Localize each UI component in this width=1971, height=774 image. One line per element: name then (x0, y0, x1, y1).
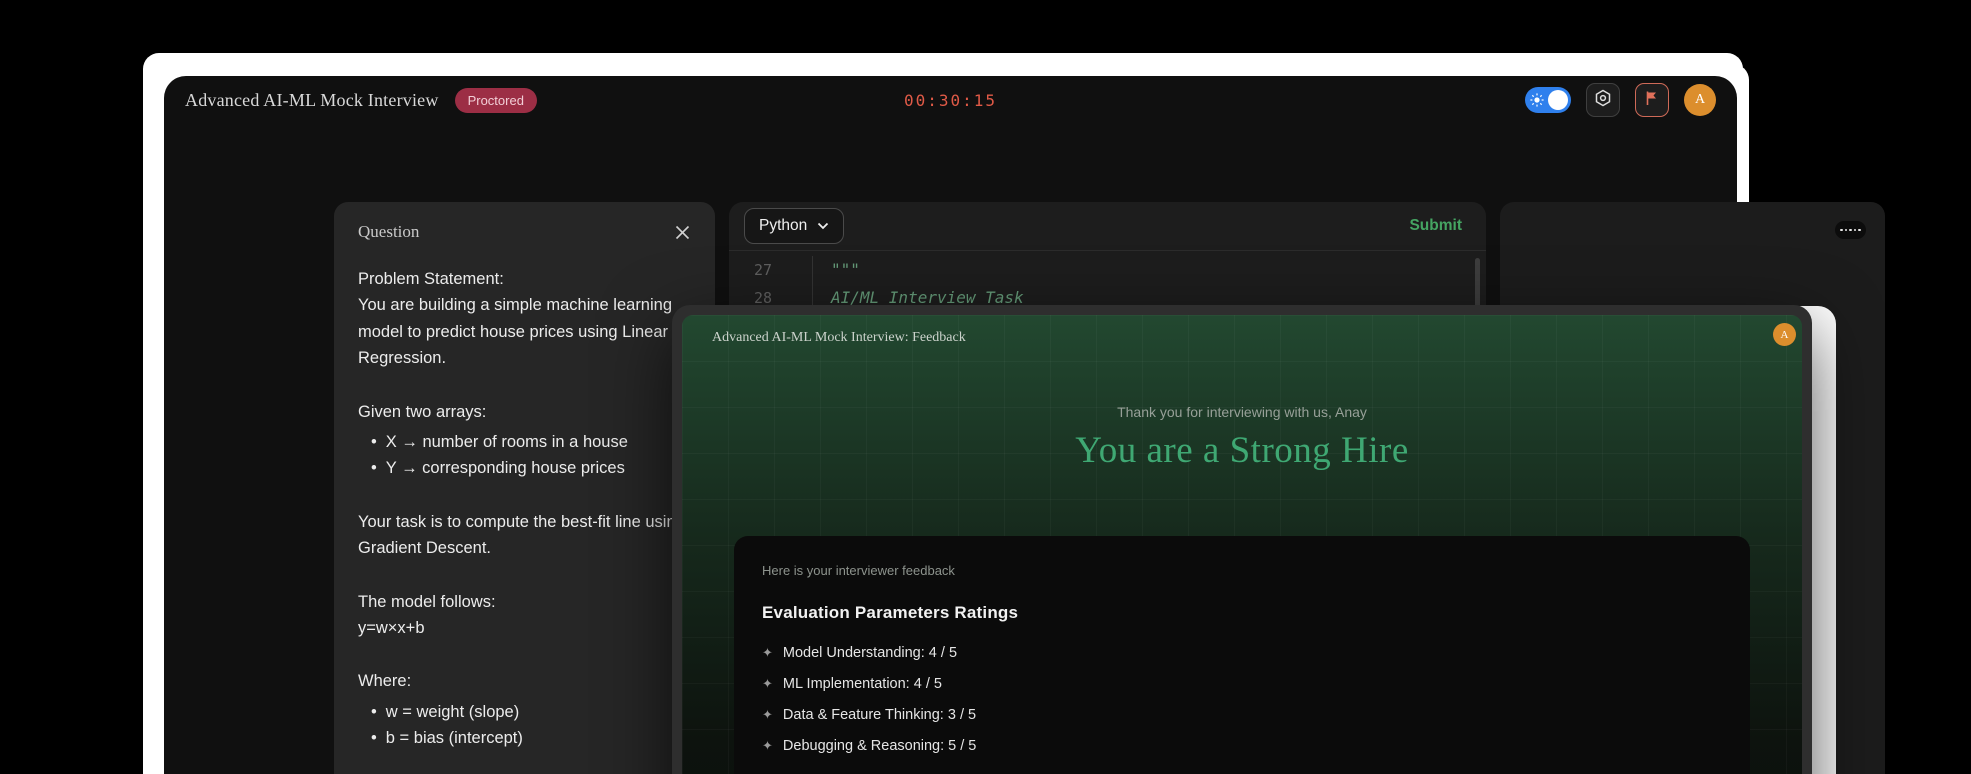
feedback-modal: Advanced AI-ML Mock Interview: Feedback … (672, 305, 1812, 774)
sun-icon (1530, 93, 1544, 107)
rating-item: ✦ Data & Feature Thinking: 3 / 5 (762, 707, 1722, 723)
rating-item: ✦ Debugging & Reasoning: 5 / 5 (762, 738, 1722, 754)
feedback-intro: Here is your interviewer feedback (762, 563, 1722, 578)
sparkle-icon: ✦ (762, 738, 773, 754)
question-bullet-item: • Y → corresponding house prices (358, 455, 691, 481)
rating-text: Data & Feature Thinking: 3 / 5 (783, 707, 976, 723)
question-line: Your task is to compute the best-fit lin… (358, 509, 691, 562)
question-panel: Question Problem Statement:You are build… (334, 202, 715, 774)
question-bullet-item: • b = bias (intercept) (358, 725, 691, 751)
editor-toolbar: Python Submit (729, 202, 1486, 251)
settings-button[interactable] (1586, 83, 1620, 117)
question-paragraph: Your task is to compute the best-fit lin… (358, 509, 691, 562)
code-line-text: """ (812, 256, 1486, 284)
dot-icon (1854, 229, 1857, 232)
question-paragraph: Given two arrays: (358, 399, 691, 425)
modal-user-avatar[interactable]: A (1773, 323, 1796, 346)
feedback-modal-body: Advanced AI-ML Mock Interview: Feedback … (682, 315, 1802, 774)
greeting-text: Thank you for interviewing with us, Anay (682, 404, 1802, 420)
app-title: Advanced AI-ML Mock Interview (185, 90, 439, 111)
toggle-knob (1548, 90, 1568, 110)
modal-window-title: Advanced AI-ML Mock Interview: Feedback (682, 315, 1802, 361)
sparkle-icon: ✦ (762, 645, 773, 661)
question-bullet-list: • w = weight (slope) • b = bias (intercept) (358, 699, 691, 752)
question-line: y=w×x+b (358, 615, 691, 641)
ratings-section-title: Evaluation Parameters Ratings (762, 603, 1722, 623)
close-icon[interactable] (673, 223, 691, 241)
question-bullet-list: • X → number of rooms in a house • Y → corr… (358, 429, 691, 482)
language-label: Python (759, 217, 807, 235)
dot-icon (1858, 229, 1861, 232)
question-bullet-item: • w = weight (slope) (358, 699, 691, 725)
chevron-down-icon (817, 217, 829, 235)
top-bar: Advanced AI-ML Mock Interview Proctored … (164, 76, 1737, 124)
flag-icon (1644, 90, 1660, 111)
verdict-headline: You are a Strong Hire (682, 429, 1802, 472)
question-line: You are building a simple machine learni… (358, 292, 691, 371)
bullet-dot-icon: • (371, 429, 377, 455)
top-bar-actions: A (1525, 83, 1716, 117)
proctored-badge: Proctored (455, 88, 537, 113)
question-header: Question (334, 202, 715, 248)
rating-item: ✦ ML Implementation: 4 / 5 (762, 676, 1722, 692)
sparkle-icon: ✦ (762, 676, 773, 692)
theme-toggle[interactable] (1525, 87, 1571, 113)
bullet-dot-icon: • (371, 699, 377, 725)
gear-icon (1594, 89, 1612, 112)
video-menu-button[interactable] (1835, 221, 1866, 239)
question-bullet-text: X → number of rooms in a house (386, 429, 628, 455)
question-line: Where: (358, 668, 691, 694)
bullet-dot-icon: • (371, 725, 377, 751)
rating-text: Debugging & Reasoning: 5 / 5 (783, 738, 976, 754)
question-bullet-text: b = bias (intercept) (386, 725, 523, 751)
rating-text: Model Understanding: 4 / 5 (783, 645, 957, 661)
question-line: Given two arrays: (358, 399, 691, 425)
question-bullet-item: • X → number of rooms in a house (358, 429, 691, 455)
dot-icon (1849, 229, 1852, 232)
question-line: Problem Statement: (358, 266, 691, 292)
submit-button[interactable]: Submit (1409, 217, 1462, 235)
countdown-timer: 00:30:15 (904, 91, 997, 110)
dot-icon (1845, 229, 1848, 232)
user-avatar[interactable]: A (1684, 84, 1716, 116)
question-content: Problem Statement:You are building a sim… (334, 248, 715, 774)
ratings-list: ✦ Model Understanding: 4 / 5 ✦ ML Implement… (762, 645, 1722, 754)
rating-text: ML Implementation: 4 / 5 (783, 676, 942, 692)
sparkle-icon: ✦ (762, 707, 773, 723)
question-paragraph: Where: (358, 668, 691, 694)
screen: Advanced AI-ML Mock Interview Proctored … (0, 0, 1971, 774)
feedback-card: Here is your interviewer feedback Evalua… (734, 536, 1750, 774)
question-bullet-text: w = weight (slope) (386, 699, 519, 725)
language-selector[interactable]: Python (744, 208, 844, 244)
question-bullet-text: Y → corresponding house prices (386, 455, 625, 481)
dot-icon (1840, 229, 1843, 232)
question-line: The model follows: (358, 589, 691, 615)
flag-button[interactable] (1635, 83, 1669, 117)
code-line[interactable]: 27""" (729, 256, 1486, 284)
question-panel-title: Question (358, 222, 419, 242)
rating-item: ✦ Model Understanding: 4 / 5 (762, 645, 1722, 661)
line-number: 27 (729, 261, 812, 279)
question-paragraph: The model follows:y=w×x+b (358, 589, 691, 642)
bullet-dot-icon: • (371, 455, 377, 481)
question-paragraph: Problem Statement:You are building a sim… (358, 266, 691, 372)
